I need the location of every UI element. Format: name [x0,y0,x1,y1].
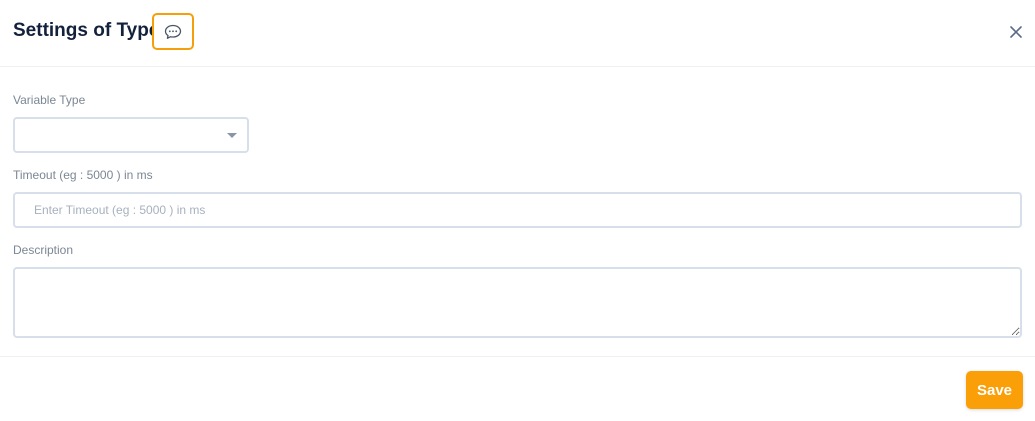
description-textarea[interactable] [13,267,1022,338]
description-label: Description [13,243,74,257]
timeout-label: Timeout (eg : 5000 ) in ms [13,168,153,182]
variable-type-select[interactable] [13,117,249,153]
footer-divider [0,356,1035,357]
settings-modal: Settings of Type Variable Type Timeout (… [0,0,1035,421]
modal-title: Settings of Type [13,20,160,41]
timeout-input[interactable] [13,192,1022,228]
close-button[interactable] [1007,23,1025,41]
caret-down-icon [227,133,237,138]
close-icon [1010,26,1022,38]
save-button[interactable]: Save [966,371,1023,409]
comment-button[interactable] [152,13,194,50]
variable-type-label: Variable Type [13,93,86,107]
chat-bubble-icon [164,24,182,39]
modal-header: Settings of Type [0,0,1035,67]
